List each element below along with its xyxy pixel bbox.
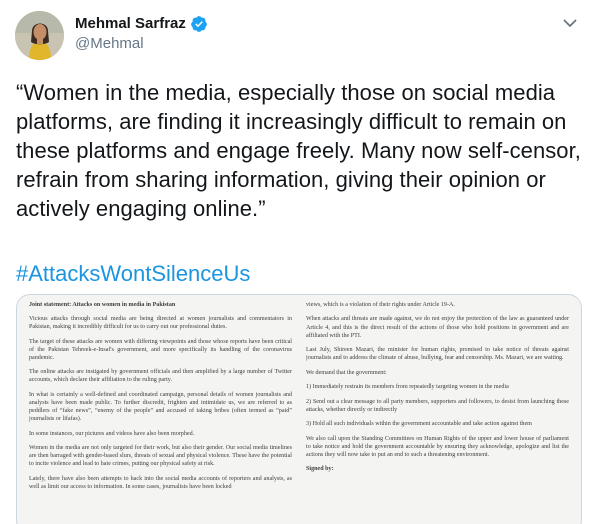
document-title: Joint statement: Attacks on women in med… xyxy=(29,302,176,308)
attached-image[interactable]: Joint statement: Attacks on women in med… xyxy=(16,294,582,524)
document-paragraph: 3) Hold all such individuals within the … xyxy=(306,421,532,428)
author-block: Mehmal Sarfraz @Mehmal xyxy=(75,14,208,53)
author-name-row: Mehmal Sarfraz xyxy=(75,14,208,33)
chevron-down-icon[interactable] xyxy=(561,14,579,32)
document-right-column: views, which is a violation of their rig… xyxy=(306,301,569,524)
tweet-text: “Women in the media, especially those on… xyxy=(16,80,581,221)
document-paragraph: In some instances, our pictures and vide… xyxy=(29,430,195,437)
document-paragraph: Lately, there have also been attempts to… xyxy=(29,475,292,490)
document-paragraph: Vicious attacks through social media are… xyxy=(29,316,292,331)
document-paragraph: 2) Send out a clear message to all party… xyxy=(306,398,569,413)
author-display-name[interactable]: Mehmal Sarfraz xyxy=(75,14,186,33)
author-handle[interactable]: @Mehmal xyxy=(75,34,208,53)
document-signed-label: Signed by: xyxy=(306,466,334,473)
document-left-column: Joint statement: Attacks on women in med… xyxy=(29,301,292,524)
document-paragraph: The target of these attacks are women wi… xyxy=(29,338,292,361)
document-paragraph: The online attacks are instigated by gov… xyxy=(29,369,292,384)
document-paragraph: We demand that the government: xyxy=(306,369,387,376)
avatar[interactable] xyxy=(15,11,64,60)
document-paragraph: 1) Immediately restrain its members from… xyxy=(306,384,509,391)
hashtag-link[interactable]: #AttacksWontSilenceUs xyxy=(16,259,250,288)
document-paragraph: views, which is a violation of their rig… xyxy=(306,302,455,308)
verified-badge-icon xyxy=(190,15,208,33)
document-paragraph: In what is certainly a well-defined and … xyxy=(29,391,292,423)
document-paragraph: Women in the media are not only targeted… xyxy=(29,445,292,468)
tweet-card: Mehmal Sarfraz @Mehmal “Women in the med… xyxy=(0,0,595,524)
statement-document: Joint statement: Attacks on women in med… xyxy=(17,295,581,524)
document-paragraph: We also call upon the Standing Committee… xyxy=(306,435,569,458)
document-paragraph: When attacks and threats are made agains… xyxy=(306,316,569,339)
avatar-image xyxy=(15,11,64,60)
document-paragraph: Last July, Shireen Mazari, the minister … xyxy=(306,347,569,362)
